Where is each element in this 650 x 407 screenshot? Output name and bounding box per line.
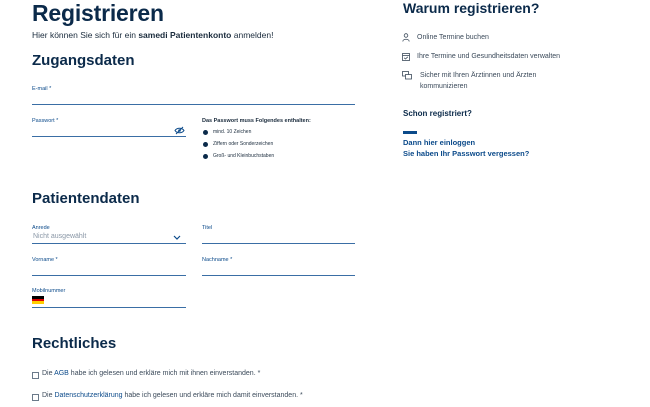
- nachname-field[interactable]: [202, 265, 355, 276]
- accent-bar: [403, 131, 417, 134]
- password-field[interactable]: [32, 126, 186, 137]
- vorname-label: Vorname *: [32, 257, 58, 263]
- agb-text: Die AGB habe ich gelesen und erkläre mic…: [42, 370, 261, 377]
- nachname-label: Nachname *: [202, 257, 233, 263]
- calendar-check-icon: [402, 53, 410, 61]
- datenschutz-text: Die Datenschutzerklärung habe ich gelese…: [42, 392, 303, 399]
- titel-label: Titel: [202, 225, 213, 231]
- intro-text: Hier können Sie sich für ein samedi Pati…: [32, 30, 274, 40]
- anrede-label: Anrede: [32, 225, 50, 231]
- anrede-select[interactable]: Nicht ausgewählt: [32, 233, 186, 244]
- section-heading-rechtliches: Rechtliches: [32, 335, 117, 352]
- chat-icon: [402, 71, 412, 80]
- page-title: Registrieren: [32, 0, 164, 26]
- datenschutz-link[interactable]: Datenschutzerklärung: [54, 392, 122, 399]
- email-field[interactable]: [32, 94, 355, 105]
- mobil-field[interactable]: [32, 297, 186, 308]
- rule-bullet: [203, 142, 208, 147]
- section-heading-zugangsdaten: Zugangsdaten: [32, 52, 135, 69]
- datenschutz-checkbox[interactable]: [32, 394, 39, 401]
- password-rule: Groß- und Kleinbuchstaben: [213, 153, 275, 159]
- benefit-item: Sicher mit Ihren Ärztinnen und Ärzten: [420, 72, 537, 79]
- password-rule: Ziffern oder Sonderzeichen: [213, 141, 274, 147]
- rule-bullet: [203, 130, 208, 135]
- benefit-item: Online Termine buchen: [417, 34, 489, 41]
- benefit-item: Ihre Termine und Gesundheitsdaten verwal…: [417, 53, 561, 60]
- agb-link[interactable]: AGB: [54, 370, 69, 377]
- titel-field[interactable]: [202, 233, 355, 244]
- benefit-item-continued: kommunizieren: [420, 83, 468, 90]
- password-rule: mind. 10 Zeichen: [213, 129, 252, 135]
- chevron-down-icon[interactable]: [173, 235, 181, 241]
- login-link[interactable]: Dann hier einloggen: [403, 138, 475, 147]
- anrede-value: Nicht ausgewählt: [33, 233, 87, 240]
- mobil-label: Mobilnummer: [32, 288, 66, 294]
- user-icon: [402, 33, 410, 42]
- email-label: E-mail *: [32, 86, 52, 92]
- side-heading: Warum registrieren?: [403, 0, 540, 16]
- password-label: Passwort *: [32, 118, 59, 124]
- vorname-field[interactable]: [32, 265, 186, 276]
- agb-checkbox[interactable]: [32, 372, 39, 379]
- already-registered-heading: Schon registriert?: [403, 109, 472, 118]
- password-rules-title: Das Passwort muss Folgendes enthalten:: [202, 118, 311, 124]
- forgot-password-link[interactable]: Sie haben Ihr Passwort vergessen?: [403, 149, 529, 158]
- eye-slash-icon[interactable]: [174, 126, 185, 135]
- section-heading-patientendaten: Patientendaten: [32, 190, 140, 207]
- rule-bullet: [203, 154, 208, 159]
